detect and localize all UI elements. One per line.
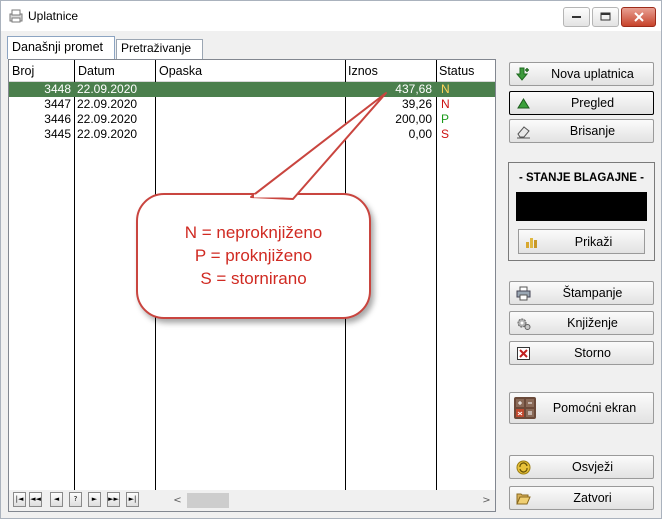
uplatnice-window: Uplatnice Današnji promet Pretraživanje … <box>0 0 662 519</box>
callout-pointer <box>250 92 387 200</box>
